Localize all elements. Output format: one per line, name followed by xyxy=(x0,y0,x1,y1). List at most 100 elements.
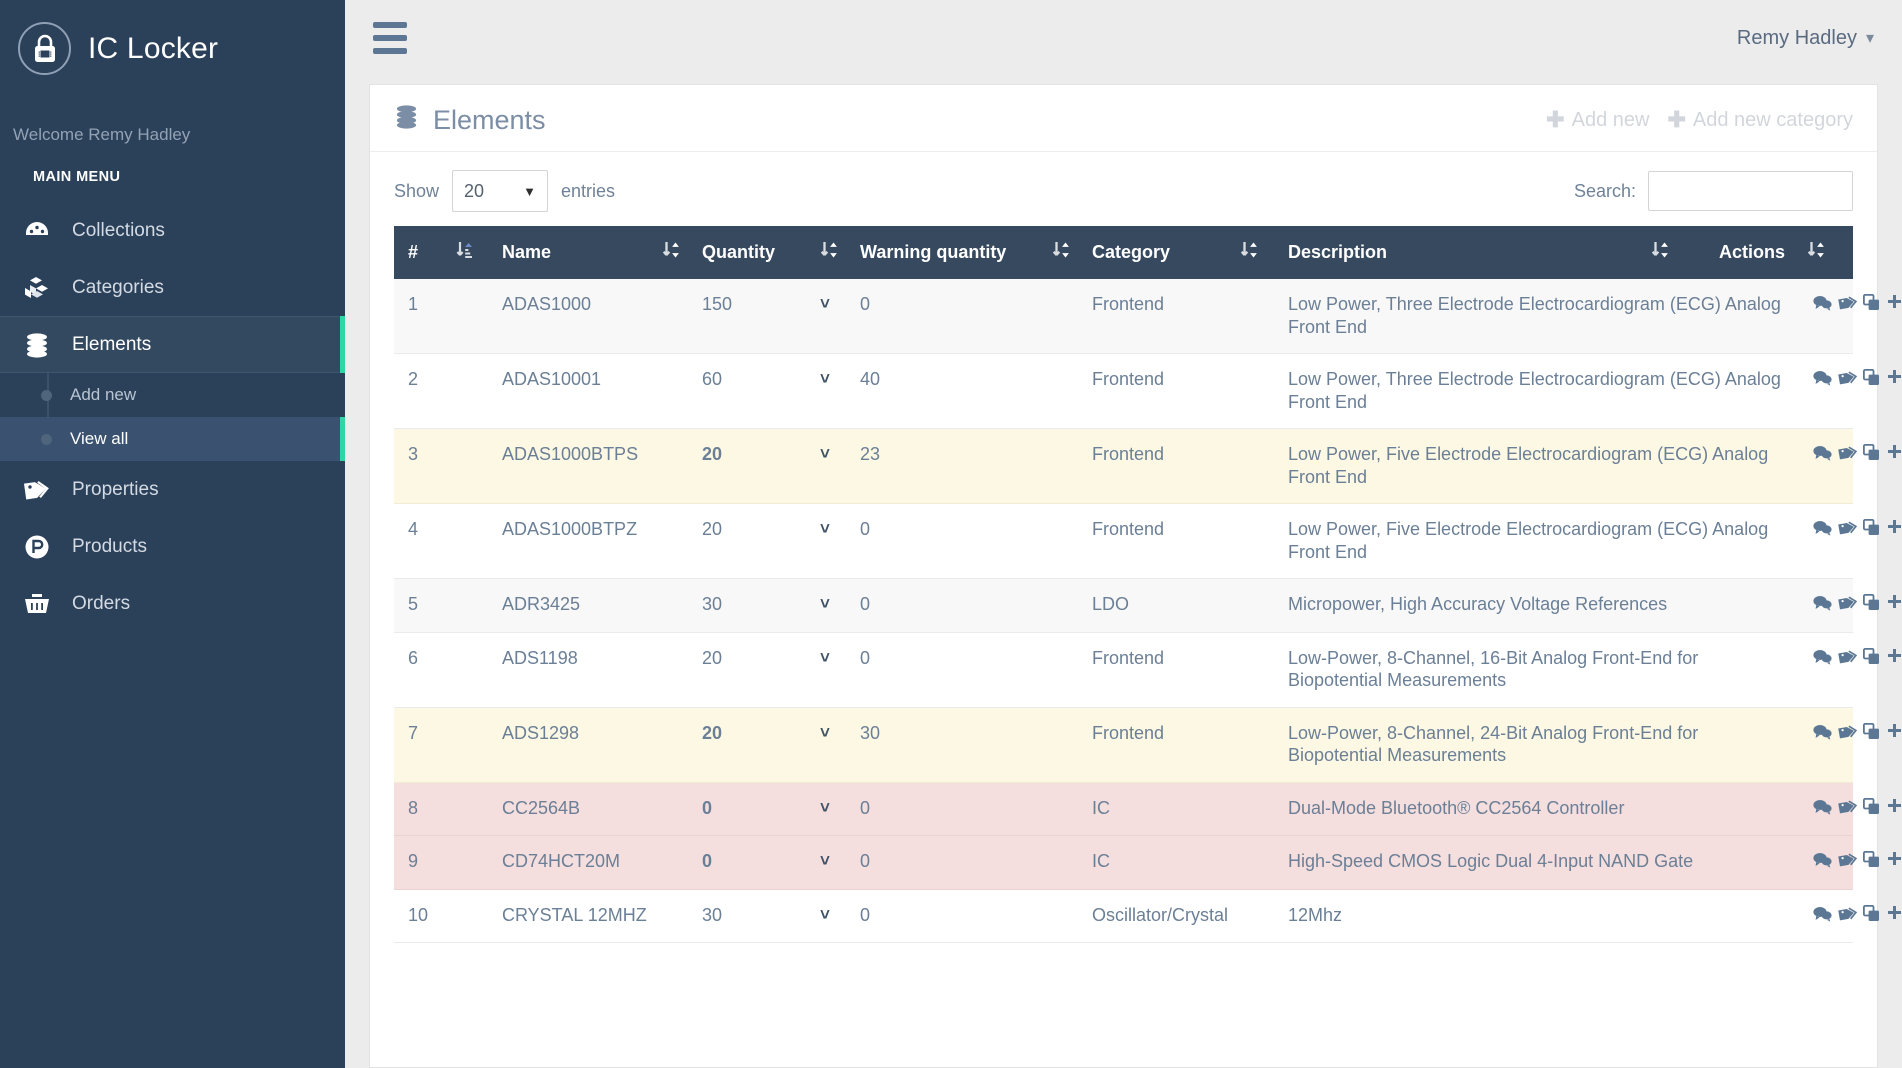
sort-toggle-description[interactable] xyxy=(1651,226,1697,279)
plus-icon[interactable] xyxy=(1886,723,1902,746)
cell-num-spacer xyxy=(456,504,502,579)
clone-icon[interactable] xyxy=(1863,798,1880,821)
sidebar-item-collections[interactable]: Collections xyxy=(0,202,345,259)
quantity-expand-caret-icon[interactable]: ˅ xyxy=(820,429,860,504)
table-row[interactable]: 2ADAS1000160˅40FrontendLow Power, Three … xyxy=(394,354,1853,429)
quantity-expand-caret-icon[interactable]: ˅ xyxy=(820,579,860,633)
tag-icon[interactable] xyxy=(1838,444,1857,467)
quantity-expand-caret-icon[interactable]: ˅ xyxy=(820,836,860,890)
sidebar-item-properties[interactable]: Properties xyxy=(0,461,345,518)
cell-name-spacer xyxy=(662,889,702,943)
clone-icon[interactable] xyxy=(1863,294,1880,317)
quantity-expand-caret-icon[interactable]: ˅ xyxy=(820,782,860,836)
plus-icon[interactable] xyxy=(1886,444,1902,467)
sort-toggle-name[interactable] xyxy=(662,226,702,279)
plus-icon[interactable] xyxy=(1886,294,1902,317)
table-row[interactable]: 9CD74HCT20M0˅0ICHigh-Speed CMOS Logic Du… xyxy=(394,836,1853,890)
sidebar-subitem-view-all[interactable]: View all xyxy=(0,417,345,461)
cell-warning-quantity: 0 xyxy=(860,632,1052,707)
sort-both-icon xyxy=(662,240,681,265)
cell-name: CC2564B xyxy=(502,782,662,836)
table-row[interactable]: 5ADR342530˅0LDOMicropower, High Accuracy… xyxy=(394,579,1853,633)
tag-icon[interactable] xyxy=(1838,648,1857,671)
tag-icon[interactable] xyxy=(1838,519,1857,542)
plus-icon[interactable] xyxy=(1886,519,1902,542)
user-menu[interactable]: Remy Hadley ▾ xyxy=(1737,27,1874,50)
plus-icon[interactable] xyxy=(1886,369,1902,392)
clone-icon[interactable] xyxy=(1863,369,1880,392)
table-row[interactable]: 1ADAS1000150˅0FrontendLow Power, Three E… xyxy=(394,279,1853,354)
sort-toggle-actions[interactable] xyxy=(1807,226,1853,279)
add-new-category-button[interactable]: ✚ Add new category xyxy=(1667,109,1853,132)
cell-warning-spacer xyxy=(1052,707,1092,782)
quantity-expand-caret-icon[interactable]: ˅ xyxy=(820,504,860,579)
sort-toggle-num[interactable] xyxy=(456,226,502,279)
plus-icon[interactable] xyxy=(1886,905,1902,928)
sort-toggle-category[interactable] xyxy=(1240,226,1288,279)
cell-warning-spacer xyxy=(1052,429,1092,504)
plus-icon[interactable] xyxy=(1886,594,1902,617)
quantity-expand-caret-icon[interactable]: ˅ xyxy=(820,707,860,782)
sort-both-icon xyxy=(1052,240,1071,265)
sidebar-subitem-add-new[interactable]: Add new xyxy=(0,373,345,417)
comments-icon[interactable] xyxy=(1813,648,1832,671)
sort-toggle-quantity[interactable] xyxy=(820,226,860,279)
clone-icon[interactable] xyxy=(1863,444,1880,467)
sidebar-item-categories[interactable]: Categories xyxy=(0,259,345,316)
app-root: IC Locker Welcome Remy Hadley MAIN MENU … xyxy=(0,0,1902,1068)
plus-icon[interactable] xyxy=(1886,798,1902,821)
plus-icon[interactable] xyxy=(1886,648,1902,671)
clone-icon[interactable] xyxy=(1863,723,1880,746)
comments-icon[interactable] xyxy=(1813,905,1832,928)
comments-icon[interactable] xyxy=(1813,723,1832,746)
comments-icon[interactable] xyxy=(1813,294,1832,317)
add-new-button[interactable]: ✚ Add new xyxy=(1546,109,1649,132)
clone-icon[interactable] xyxy=(1863,648,1880,671)
sidebar-item-orders[interactable]: Orders xyxy=(0,575,345,632)
comments-icon[interactable] xyxy=(1813,369,1832,392)
comments-icon[interactable] xyxy=(1813,519,1832,542)
quantity-expand-caret-icon[interactable]: ˅ xyxy=(820,279,860,354)
quantity-expand-caret-icon[interactable]: ˅ xyxy=(820,354,860,429)
cell-category: Frontend xyxy=(1092,429,1240,504)
tag-icon[interactable] xyxy=(1838,851,1857,874)
clone-icon[interactable] xyxy=(1863,905,1880,928)
cell-name: ADAS10001 xyxy=(502,354,662,429)
clone-icon[interactable] xyxy=(1863,519,1880,542)
clone-icon[interactable] xyxy=(1863,851,1880,874)
sidebar-item-products[interactable]: Products xyxy=(0,518,345,575)
page-length-select[interactable]: 20 ▼ xyxy=(452,170,548,212)
table-row[interactable]: 6ADS119820˅0FrontendLow-Power, 8-Channel… xyxy=(394,632,1853,707)
page-length-value: 20 xyxy=(464,181,484,202)
sort-both-icon xyxy=(820,240,839,265)
clone-icon[interactable] xyxy=(1863,594,1880,617)
tag-icon[interactable] xyxy=(1838,369,1857,392)
cell-warning-spacer xyxy=(1052,279,1092,354)
comments-icon[interactable] xyxy=(1813,594,1832,617)
quantity-expand-caret-icon[interactable]: ˅ xyxy=(820,889,860,943)
table-row[interactable]: 10CRYSTAL 12MHZ30˅0Oscillator/Crystal12M… xyxy=(394,889,1853,943)
comments-icon[interactable] xyxy=(1813,798,1832,821)
table-row[interactable]: 3ADAS1000BTPS20˅23FrontendLow Power, Fiv… xyxy=(394,429,1853,504)
table-row[interactable]: 8CC2564B0˅0ICDual-Mode Bluetooth® CC2564… xyxy=(394,782,1853,836)
cell-num: 1 xyxy=(394,279,456,354)
cell-description: Low-Power, 8-Channel, 24-Bit Analog Fron… xyxy=(1288,707,1807,782)
table-row[interactable]: 4ADAS1000BTPZ20˅0FrontendLow Power, Five… xyxy=(394,504,1853,579)
cell-category-spacer xyxy=(1240,354,1288,429)
hamburger-icon[interactable] xyxy=(365,14,415,62)
sort-toggle-warning-quantity[interactable] xyxy=(1052,226,1092,279)
quantity-expand-caret-icon[interactable]: ˅ xyxy=(820,632,860,707)
comments-icon[interactable] xyxy=(1813,444,1832,467)
sidebar-item-elements[interactable]: Elements xyxy=(0,316,345,373)
plus-icon[interactable] xyxy=(1886,851,1902,874)
tag-icon[interactable] xyxy=(1838,594,1857,617)
comments-icon[interactable] xyxy=(1813,851,1832,874)
brand[interactable]: IC Locker xyxy=(0,0,345,75)
tag-icon[interactable] xyxy=(1838,905,1857,928)
search-input[interactable] xyxy=(1648,171,1853,211)
tag-icon[interactable] xyxy=(1838,798,1857,821)
tag-icon[interactable] xyxy=(1838,294,1857,317)
table-row[interactable]: 7ADS129820˅30FrontendLow-Power, 8-Channe… xyxy=(394,707,1853,782)
tag-icon[interactable] xyxy=(1838,723,1857,746)
cell-category: Oscillator/Crystal xyxy=(1092,889,1240,943)
